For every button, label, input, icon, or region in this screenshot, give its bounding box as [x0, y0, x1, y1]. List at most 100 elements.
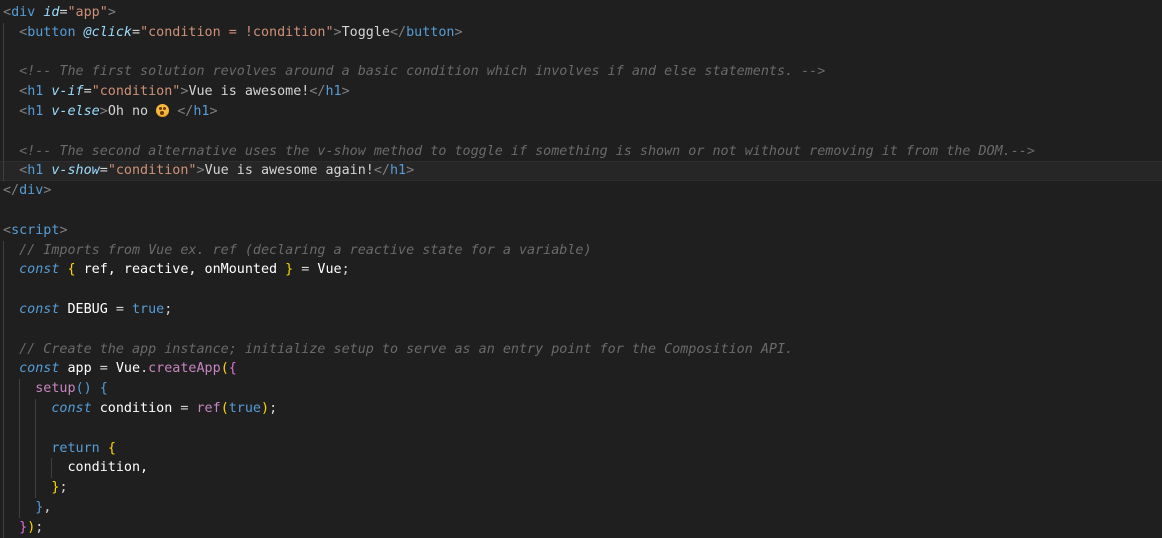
code-line[interactable]: <!-- The second alternative uses the v-s… [0, 141, 1162, 162]
token: = [293, 262, 318, 278]
code-line[interactable] [0, 121, 1162, 142]
indent-guide [19, 418, 20, 439]
code-line-current[interactable]: <h1 v-show="condition">Vue is awesome ag… [0, 161, 1162, 182]
indent-guide [3, 260, 4, 281]
token: true [132, 301, 165, 317]
token: < [19, 163, 28, 179]
token: > [99, 103, 108, 119]
token: . [140, 361, 149, 377]
token: , [43, 499, 52, 515]
indent-guide [3, 82, 4, 102]
token: = [83, 84, 92, 100]
code-line[interactable]: <button @click="condition = !condition">… [0, 22, 1162, 43]
token: ( [220, 400, 229, 416]
token: ; [35, 519, 44, 535]
token: condition [91, 400, 181, 416]
code-line[interactable]: <h1 v-else>Oh no </h1> [0, 101, 1162, 122]
token: > [341, 84, 350, 100]
token: < [3, 222, 12, 238]
token: Oh no [107, 103, 157, 119]
indent-guide [19, 458, 20, 479]
code-line[interactable]: <h1 v-if="condition">Vue is awesome!</h1… [0, 82, 1162, 102]
token: div [19, 183, 44, 199]
token: v-else [51, 103, 100, 119]
token: const [19, 301, 60, 317]
token: h1 [27, 103, 44, 119]
token: = [99, 361, 108, 377]
indent-guide [35, 478, 36, 498]
indent-guide [3, 339, 4, 360]
token: h1 [193, 103, 210, 119]
token: h1 [27, 84, 44, 100]
token: ) [261, 400, 270, 416]
code-line[interactable] [0, 201, 1162, 221]
token: condition, [67, 460, 149, 476]
indent-guide [19, 398, 20, 419]
token: { [67, 262, 76, 278]
js-comment: // Create the app instance; initialize s… [19, 341, 794, 357]
code-line[interactable]: // Imports from Vue ex. ref (declaring a… [0, 240, 1162, 261]
token: setup [35, 381, 76, 397]
token: const [19, 262, 60, 278]
code-line[interactable]: const DEBUG = true; [0, 299, 1162, 320]
indent-guide [3, 458, 4, 479]
indent-guide [3, 62, 4, 83]
indent-guide [3, 22, 4, 43]
token: ref [196, 400, 221, 416]
indent-guide [3, 299, 4, 320]
token: Toggle [341, 24, 390, 40]
token: script [11, 222, 60, 238]
token: { [228, 361, 237, 377]
indent-guide [3, 101, 4, 122]
code-line[interactable]: condition, [0, 458, 1162, 479]
js-comment: // Imports from Vue ex. ref (declaring a… [19, 242, 592, 258]
token: v-show [51, 163, 100, 179]
token: Vue is awesome again! [204, 163, 374, 179]
code-line[interactable]: }, [0, 497, 1162, 518]
code-line[interactable]: const app = Vue.createApp({ [0, 359, 1162, 380]
indent-guide [3, 42, 4, 63]
code-line[interactable]: const { ref, reactive, onMounted } = Vue… [0, 260, 1162, 281]
token: button [406, 24, 455, 40]
token: ref, reactive, onMounted [75, 262, 286, 278]
token: > [406, 163, 415, 179]
indent-guide [3, 418, 4, 439]
token: h1 [325, 84, 342, 100]
token: h1 [27, 163, 44, 179]
token: > [196, 163, 205, 179]
token: Vue [317, 262, 342, 278]
token: </ [3, 183, 20, 199]
code-line[interactable]: setup() { [0, 379, 1162, 399]
code-line[interactable]: <div id="app"> [0, 3, 1162, 23]
indent-guide [3, 497, 4, 518]
token: "condition = !condition" [140, 24, 334, 40]
indent-guide [3, 478, 4, 498]
code-line[interactable]: </div> [0, 181, 1162, 201]
code-line[interactable] [0, 280, 1162, 300]
token: ; [341, 262, 350, 278]
indent-guide [35, 458, 36, 479]
code-line[interactable]: }; [0, 478, 1162, 498]
indent-guide [51, 458, 52, 479]
code-line[interactable]: <!-- The first solution revolves around … [0, 62, 1162, 83]
indent-guide [35, 398, 36, 419]
code-line[interactable]: }); [0, 517, 1162, 538]
code-line[interactable] [0, 418, 1162, 439]
code-line[interactable]: <script> [0, 221, 1162, 241]
token: div [11, 5, 36, 20]
token: Vue is awesome! [188, 84, 310, 100]
code-line[interactable]: const condition = ref(true); [0, 398, 1162, 419]
token: </ [373, 163, 390, 179]
code-line[interactable] [0, 42, 1162, 63]
code-editor[interactable]: <div id="app"> <button @click="condition… [0, 3, 1162, 538]
token: app [59, 361, 100, 377]
code-line[interactable]: return { [0, 438, 1162, 459]
token: = [59, 5, 68, 20]
indent-guide [3, 121, 4, 142]
code-line[interactable] [0, 319, 1162, 340]
code-line[interactable]: // Create the app instance; initialize s… [0, 339, 1162, 360]
token: > [43, 183, 52, 199]
